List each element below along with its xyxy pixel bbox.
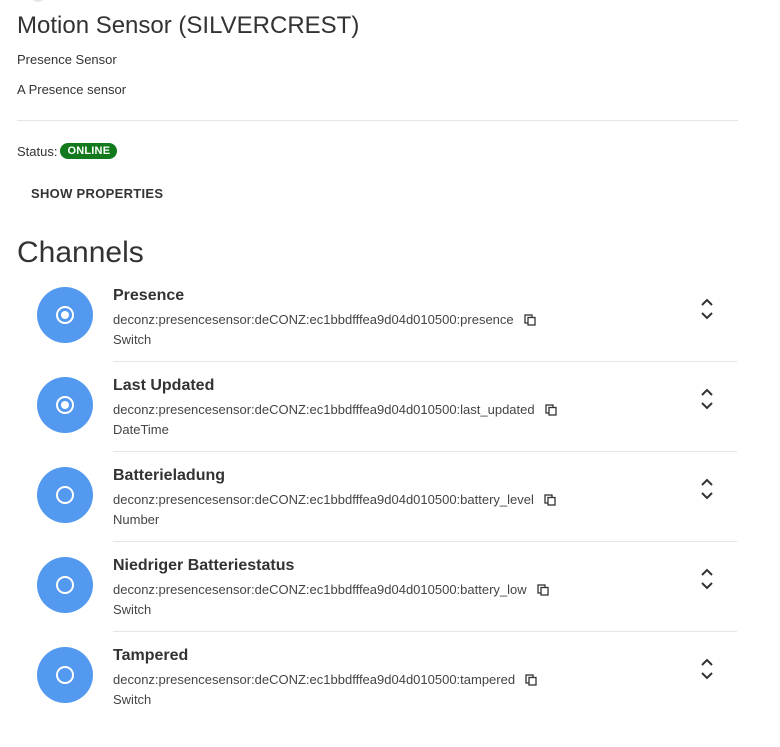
status-badge: ONLINE <box>60 143 118 159</box>
copy-icon[interactable] <box>536 584 549 596</box>
unfold-icon[interactable] <box>697 296 717 322</box>
channel-item-type: Switch <box>113 602 152 617</box>
divider <box>17 120 738 121</box>
channel-item[interactable]: Niedriger Batteriestatus deconz:presence… <box>27 542 737 632</box>
copy-icon[interactable] <box>523 314 536 326</box>
channel-list: Presence deconz:presencesensor:deCONZ:ec… <box>27 272 737 722</box>
channel-item[interactable]: Presence deconz:presencesensor:deCONZ:ec… <box>27 272 737 362</box>
copy-icon[interactable] <box>544 494 556 506</box>
channels-heading: Channels <box>17 236 144 269</box>
channel-item-type: DateTime <box>113 422 169 437</box>
page-title: Motion Sensor (SILVERCREST) <box>17 12 360 39</box>
channel-item[interactable]: Last Updated deconz:presencesensor:deCON… <box>27 362 737 452</box>
channel-item-type: Switch <box>113 332 152 347</box>
channel-label: Niedriger Batteriestatus <box>113 557 295 574</box>
status-label: Status: <box>17 143 58 159</box>
radio-unchecked-icon <box>37 557 93 613</box>
channel-uid: deconz:presencesensor:deCONZ:ec1bbdfffea… <box>113 402 535 417</box>
channel-uid: deconz:presencesensor:deCONZ:ec1bbdfffea… <box>113 672 516 687</box>
status-row: Status: ONLINE <box>17 143 118 159</box>
channel-item-type: Number <box>113 512 160 527</box>
radio-unchecked-icon <box>37 647 93 703</box>
channel-item[interactable]: Tampered deconz:presencesensor:deCONZ:ec… <box>27 632 737 722</box>
channel-uid: deconz:presencesensor:deCONZ:ec1bbdfffea… <box>113 312 514 327</box>
channel-label: Last Updated <box>113 377 215 394</box>
copy-icon[interactable] <box>525 674 537 686</box>
radio-checked-icon <box>37 377 93 433</box>
unfold-icon[interactable] <box>697 386 717 412</box>
unfold-icon[interactable] <box>697 476 717 502</box>
channel-uid: deconz:presencesensor:deCONZ:ec1bbdfffea… <box>113 492 534 507</box>
channel-label: Tampered <box>113 647 189 664</box>
header-avatar-edge <box>30 0 46 2</box>
channel-label: Presence <box>113 287 185 304</box>
copy-icon[interactable] <box>544 404 557 416</box>
unfold-icon[interactable] <box>697 566 717 592</box>
unfold-icon[interactable] <box>697 656 717 682</box>
thing-type-label: Presence Sensor <box>17 52 117 67</box>
channel-uid: deconz:presencesensor:deCONZ:ec1bbdfffea… <box>113 582 527 597</box>
show-properties-button[interactable]: SHOW PROPERTIES <box>17 180 177 207</box>
channel-item-type: Switch <box>113 692 152 707</box>
radio-unchecked-icon <box>37 467 93 523</box>
channel-label: Batterieladung <box>113 467 226 484</box>
thing-description: A Presence sensor <box>17 82 127 97</box>
channel-item[interactable]: Batterieladung deconz:presencesensor:deC… <box>27 452 737 542</box>
radio-checked-icon <box>37 287 93 343</box>
